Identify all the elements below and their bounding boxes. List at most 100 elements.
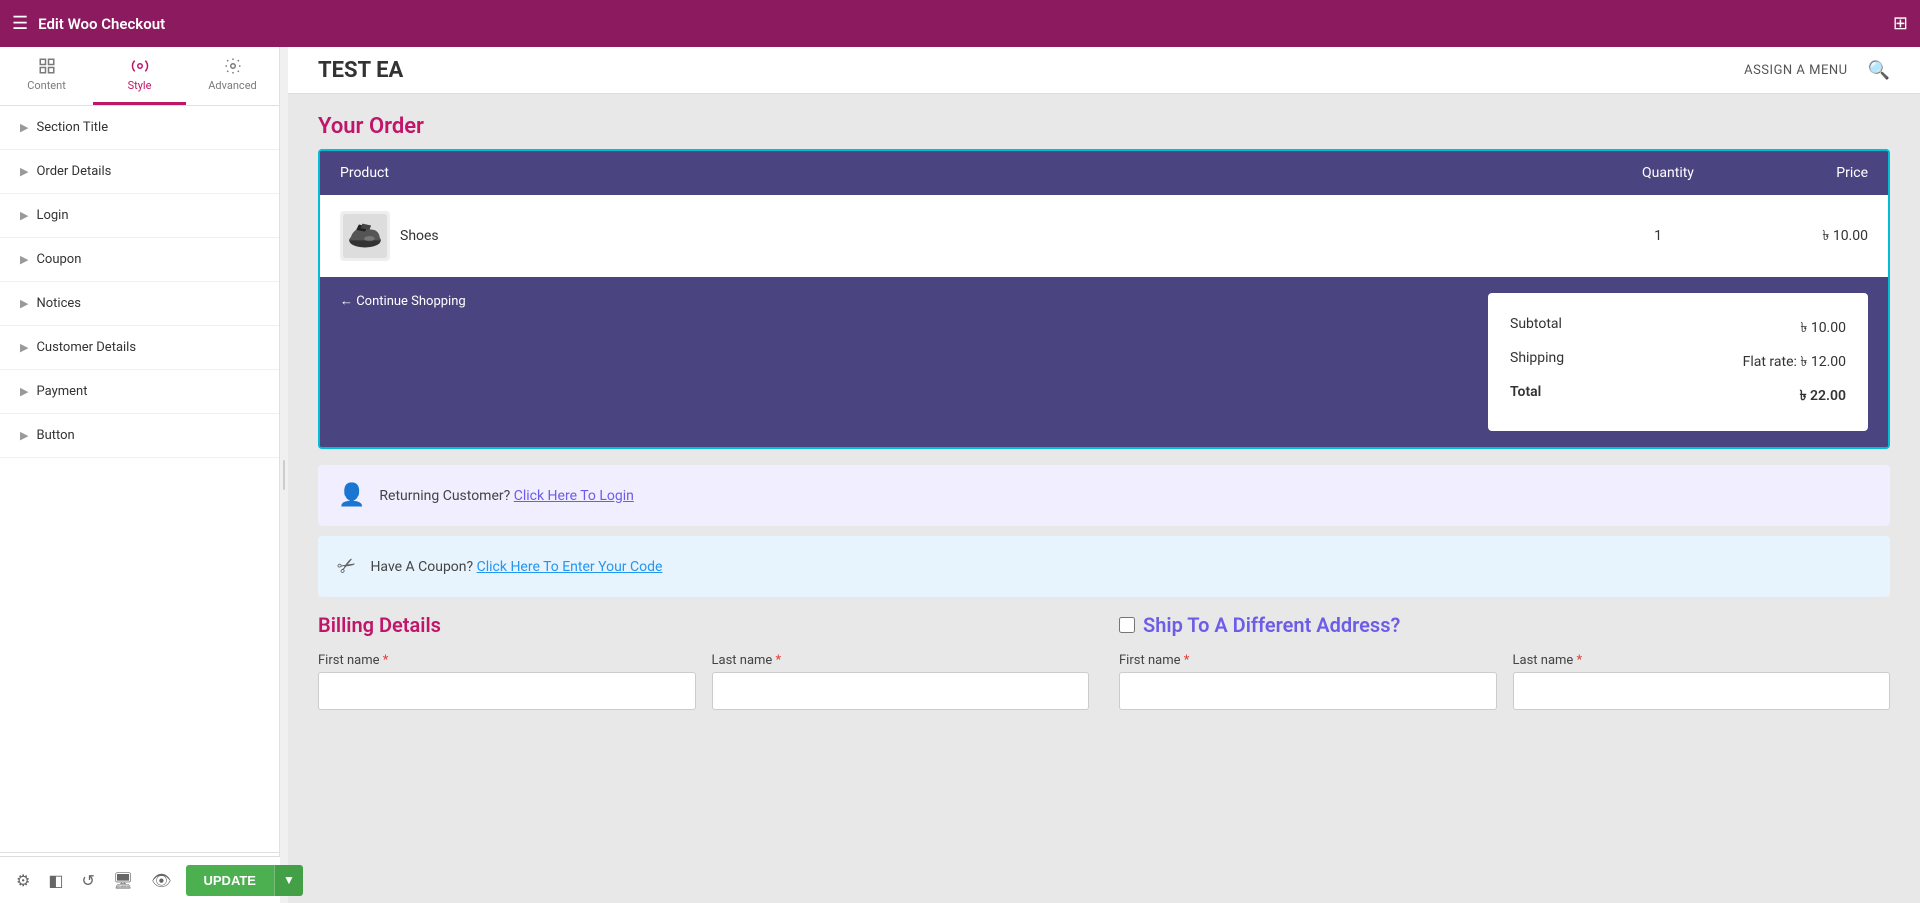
shipping-value: Flat rate: ৳ 12.00 — [1743, 350, 1846, 374]
bottom-action-bar: ⚙ ◧ ↺ 🖥 👁 UPDATE ▼ — [0, 856, 280, 903]
shipping-first-name-input[interactable] — [1119, 672, 1497, 710]
total-label: Total — [1510, 384, 1541, 408]
tab-advanced-label: Advanced — [208, 79, 256, 92]
returning-customer-box: 👤 Returning Customer? Click Here To Logi… — [318, 465, 1890, 526]
top-bar: ☰ Edit Woo Checkout ⊞ — [0, 0, 1920, 47]
required-indicator: * — [383, 653, 389, 668]
update-dropdown-button[interactable]: ▼ — [274, 865, 280, 896]
billing-last-name-input[interactable] — [712, 672, 1090, 710]
order-footer: ← Continue Shopping Subtotal ৳ 10.00 Shi… — [320, 277, 1888, 447]
content-nav: TEST EA ASSIGN A MENU 🔍 — [288, 47, 1920, 94]
billing-name-row: First name * Last name * — [318, 653, 1089, 710]
eye-icon[interactable]: 👁 — [147, 867, 175, 894]
billing-first-name-field: First name * — [318, 653, 696, 710]
tab-advanced[interactable]: Advanced — [186, 47, 279, 105]
billing-shipping-section: Billing Details First name * Last name — [318, 613, 1890, 724]
nav-search-icon[interactable]: 🔍 — [1868, 60, 1890, 81]
shipping-first-name-label: First name * — [1119, 653, 1497, 668]
main-layout: Content Style Advanced ▶ Section Title ▶… — [0, 47, 1920, 903]
tab-content[interactable]: Content — [0, 47, 93, 105]
shipping-last-name-label: Last name * — [1513, 653, 1891, 668]
continue-shopping-link[interactable]: ← Continue Shopping — [340, 293, 1488, 309]
product-name: Shoes — [400, 228, 1568, 244]
sidebar-items: ▶ Section Title ▶ Order Details ▶ Login … — [0, 106, 279, 852]
order-row: Shoes 1 ৳ 10.00 — [320, 195, 1888, 277]
sidebar-item-label: Coupon — [36, 252, 81, 267]
shipping-first-name-field: First name * — [1119, 653, 1497, 710]
billing-last-name-field: Last name * — [712, 653, 1090, 710]
sidebar-item-payment[interactable]: ▶ Payment — [0, 370, 279, 414]
billing-last-name-label: Last name * — [712, 653, 1090, 668]
billing-first-name-input[interactable] — [318, 672, 696, 710]
subtotal-row: Subtotal ৳ 10.00 — [1510, 311, 1846, 345]
billing-first-name-label: First name * — [318, 653, 696, 668]
coupon-link[interactable]: Click Here To Enter Your Code — [477, 559, 663, 575]
order-header-product: Product — [340, 165, 1588, 181]
totals-box: Subtotal ৳ 10.00 Shipping Flat rate: ৳ 1… — [1488, 293, 1868, 431]
required-indicator: * — [1577, 653, 1583, 668]
sidebar-item-label: Section Title — [36, 120, 108, 135]
billing-title: Billing Details — [318, 613, 1089, 637]
update-button[interactable]: UPDATE — [186, 865, 274, 896]
desktop-icon[interactable]: 🖥 — [109, 867, 137, 894]
grid-icon[interactable]: ⊞ — [1893, 13, 1908, 34]
shipping-label: Shipping — [1510, 350, 1564, 374]
update-group: UPDATE ▼ — [186, 865, 281, 896]
shipping-last-name-input[interactable] — [1513, 672, 1891, 710]
coupon-text: Have A Coupon? Click Here To Enter Your … — [370, 559, 662, 575]
total-value: ৳ 22.00 — [1800, 384, 1846, 408]
coupon-box: ✂ Have A Coupon? Click Here To Enter You… — [318, 536, 1890, 597]
shipping-form: Ship To A Different Address? First name … — [1119, 613, 1890, 724]
tab-content-label: Content — [27, 79, 66, 92]
product-image — [340, 211, 390, 261]
sidebar-item-order-details[interactable]: ▶ Order Details — [0, 150, 279, 194]
returning-text: Returning Customer? Click Here To Login — [379, 488, 633, 504]
history-icon[interactable]: ↺ — [77, 867, 98, 894]
sidebar-item-notices[interactable]: ▶ Notices — [0, 282, 279, 326]
chevron-icon: ▶ — [20, 165, 28, 178]
ship-different-checkbox[interactable] — [1119, 617, 1135, 633]
page-content: Your Order Product Quantity Price — [288, 94, 1920, 744]
subtotal-value: ৳ 10.00 — [1800, 316, 1846, 340]
chevron-icon: ▶ — [20, 429, 28, 442]
shipping-last-name-field: Last name * — [1513, 653, 1891, 710]
chevron-icon: ▶ — [20, 297, 28, 310]
sidebar-item-section-title[interactable]: ▶ Section Title — [0, 106, 279, 150]
user-icon: 👤 — [338, 483, 365, 508]
hamburger-icon[interactable]: ☰ — [12, 13, 28, 34]
shipping-title: Ship To A Different Address? — [1119, 613, 1890, 637]
required-indicator: * — [776, 653, 782, 668]
content-area: TEST EA ASSIGN A MENU 🔍 Your Order Produ… — [288, 47, 1920, 903]
login-link[interactable]: Click Here To Login — [514, 488, 634, 504]
product-price: ৳ 10.00 — [1748, 224, 1868, 248]
subtotal-label: Subtotal — [1510, 316, 1562, 340]
coupon-icon: ✂ — [333, 551, 361, 582]
billing-form: Billing Details First name * Last name — [318, 613, 1089, 724]
shipping-row: Shipping Flat rate: ৳ 12.00 — [1510, 345, 1846, 379]
sidebar-item-label: Button — [36, 428, 74, 443]
nav-menu-link[interactable]: ASSIGN A MENU — [1744, 63, 1847, 78]
sidebar-item-label: Notices — [36, 296, 81, 311]
sidebar-item-label: Login — [36, 208, 68, 223]
order-header: Product Quantity Price — [320, 151, 1888, 195]
sidebar-item-customer-details[interactable]: ▶ Customer Details — [0, 326, 279, 370]
settings-icon[interactable]: ⚙ — [12, 867, 34, 894]
product-qty: 1 — [1578, 228, 1738, 244]
order-header-price: Price — [1748, 165, 1868, 181]
order-box: Product Quantity Price — [318, 149, 1890, 449]
sidebar-item-label: Customer Details — [36, 340, 136, 355]
sidebar-item-coupon[interactable]: ▶ Coupon — [0, 238, 279, 282]
resize-handle[interactable] — [280, 47, 288, 903]
sidebar-item-label: Order Details — [36, 164, 111, 179]
chevron-icon: ▶ — [20, 209, 28, 222]
page-title: Edit Woo Checkout — [38, 15, 1883, 33]
shipping-name-row: First name * Last name * — [1119, 653, 1890, 710]
sidebar-item-button[interactable]: ▶ Button — [0, 414, 279, 458]
layers-icon[interactable]: ◧ — [44, 867, 67, 894]
sidebar-item-login[interactable]: ▶ Login — [0, 194, 279, 238]
sidebar-tabs: Content Style Advanced — [0, 47, 279, 106]
chevron-icon: ▶ — [20, 341, 28, 354]
tab-style[interactable]: Style — [93, 47, 186, 105]
chevron-icon: ▶ — [20, 253, 28, 266]
order-section-title: Your Order — [318, 114, 1890, 139]
